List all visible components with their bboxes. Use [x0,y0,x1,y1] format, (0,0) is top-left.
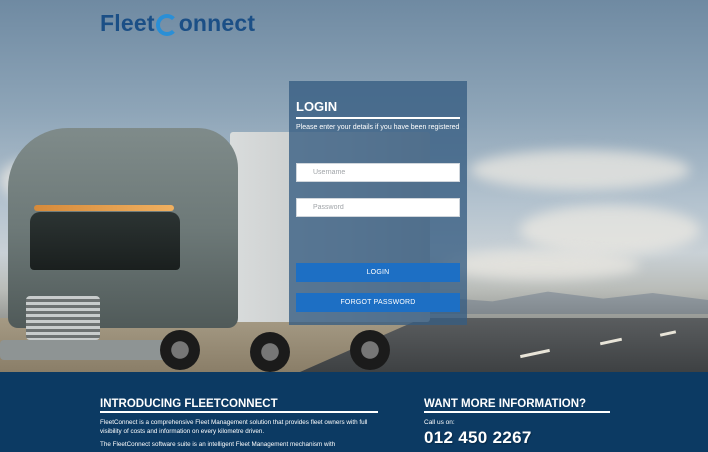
login-title: LOGIN [296,99,460,119]
cloud [470,150,690,190]
cloud [440,250,640,280]
logo-text-suffix: onnect [178,10,256,36]
more-info-section: WANT MORE INFORMATION? Call us on: 012 4… [424,398,610,448]
logo-text-prefix: Fleet [100,10,155,36]
truck-grill [26,296,100,340]
intro-section: INTRODUCING FLEETCONNECT FleetConnect is… [100,398,378,449]
forgot-password-button[interactable]: FORGOT PASSWORD [296,293,460,313]
cloud [520,205,700,255]
intro-paragraph: FleetConnect is a comprehensive Fleet Ma… [100,419,368,436]
more-info-title: WANT MORE INFORMATION? [424,398,610,413]
truck-wheel [250,332,290,372]
password-input[interactable] [296,198,460,218]
fleetconnect-logo[interactable]: Fleet onnect [100,10,255,37]
truck-light-strip [34,205,174,211]
login-button[interactable]: LOGIN [296,263,460,283]
login-panel: LOGIN Please enter your details if you h… [289,81,467,325]
call-label: Call us on: [424,419,455,426]
intro-paragraph: The FleetConnect software suite is an in… [100,440,336,448]
truck-wheel [350,330,390,370]
footer: INTRODUCING FLEETCONNECT FleetConnect is… [0,372,708,452]
intro-title: INTRODUCING FLEETCONNECT [100,398,378,413]
logo-c-icon [155,13,178,36]
truck-wheel [160,330,200,370]
login-subtitle: Please enter your details if you have be… [296,124,460,131]
phone-number[interactable]: 012 450 2267 [424,428,610,448]
truck-windshield [30,212,180,270]
username-input[interactable] [296,163,460,183]
